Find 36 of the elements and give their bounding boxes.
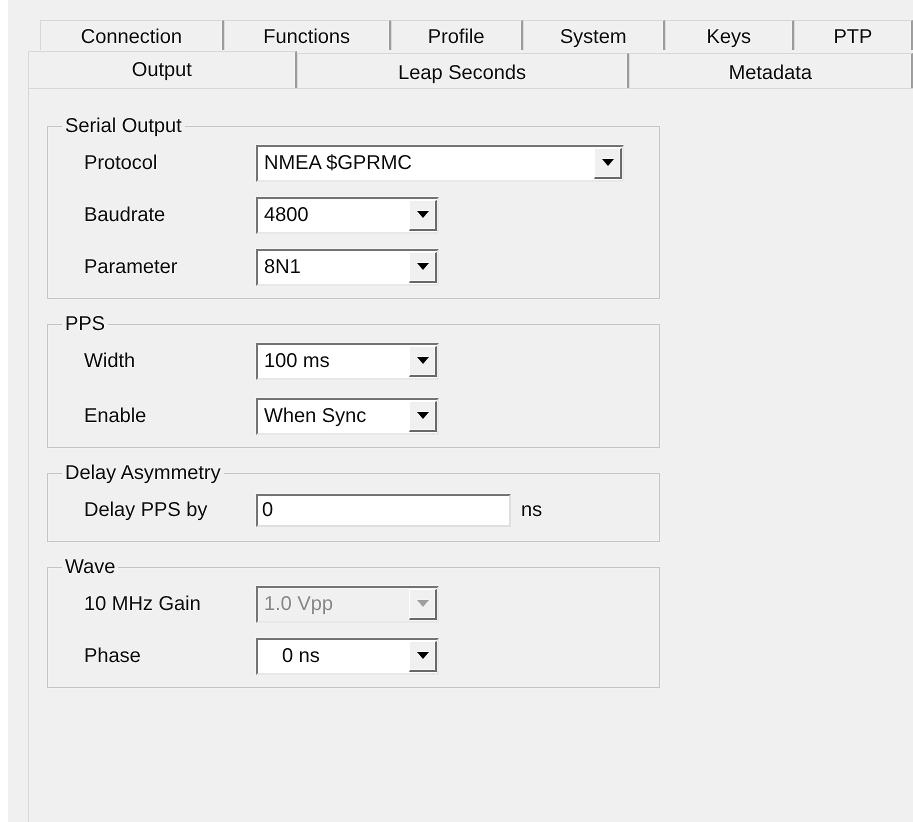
caret-icon	[416, 600, 428, 607]
tab[interactable]: Connection	[40, 20, 224, 50]
dropdown[interactable]: NMEA $GPRMC	[256, 144, 624, 182]
tab[interactable]: PTP	[794, 20, 913, 50]
caret-icon	[416, 211, 428, 218]
dropdown[interactable]: 4800	[256, 196, 439, 234]
tab[interactable]: Metadata	[628, 53, 913, 88]
field-label: Delay PPS by	[84, 498, 208, 522]
tab[interactable]: Leap Seconds	[296, 53, 629, 88]
caret-icon	[416, 412, 428, 419]
tab[interactable]: Profile	[390, 20, 523, 50]
tab[interactable]: Output	[28, 51, 297, 88]
tab[interactable]: Functions	[224, 20, 391, 50]
field-label: Enable	[84, 404, 148, 428]
field-label: Protocol	[84, 152, 158, 174]
unit-label: ns	[521, 498, 542, 522]
group-title: Serial Output	[64, 115, 183, 138]
group-title: Wave	[64, 556, 116, 579]
group-title: Delay Asymmetry	[64, 462, 222, 485]
caret-icon	[416, 652, 428, 659]
group-title: PPS	[64, 313, 106, 336]
field-label: Width	[84, 350, 136, 372]
caret-icon	[602, 159, 614, 166]
caret-icon	[416, 263, 428, 270]
input-field[interactable]: 0	[256, 494, 511, 526]
field-label: Parameter	[84, 256, 178, 278]
dropdown[interactable]: 100 ms	[256, 342, 439, 380]
dropdown[interactable]: When Sync	[256, 398, 439, 434]
dropdown[interactable]: 0 ns	[256, 638, 439, 674]
field-label: Phase	[84, 644, 142, 668]
tab[interactable]: System	[522, 20, 665, 50]
field-label: Baudrate	[84, 204, 166, 226]
field-label: 10 MHz Gain	[84, 592, 202, 616]
dropdown[interactable]: 8N1	[256, 248, 439, 286]
caret-icon	[416, 357, 428, 364]
tab[interactable]: Keys	[664, 20, 794, 50]
